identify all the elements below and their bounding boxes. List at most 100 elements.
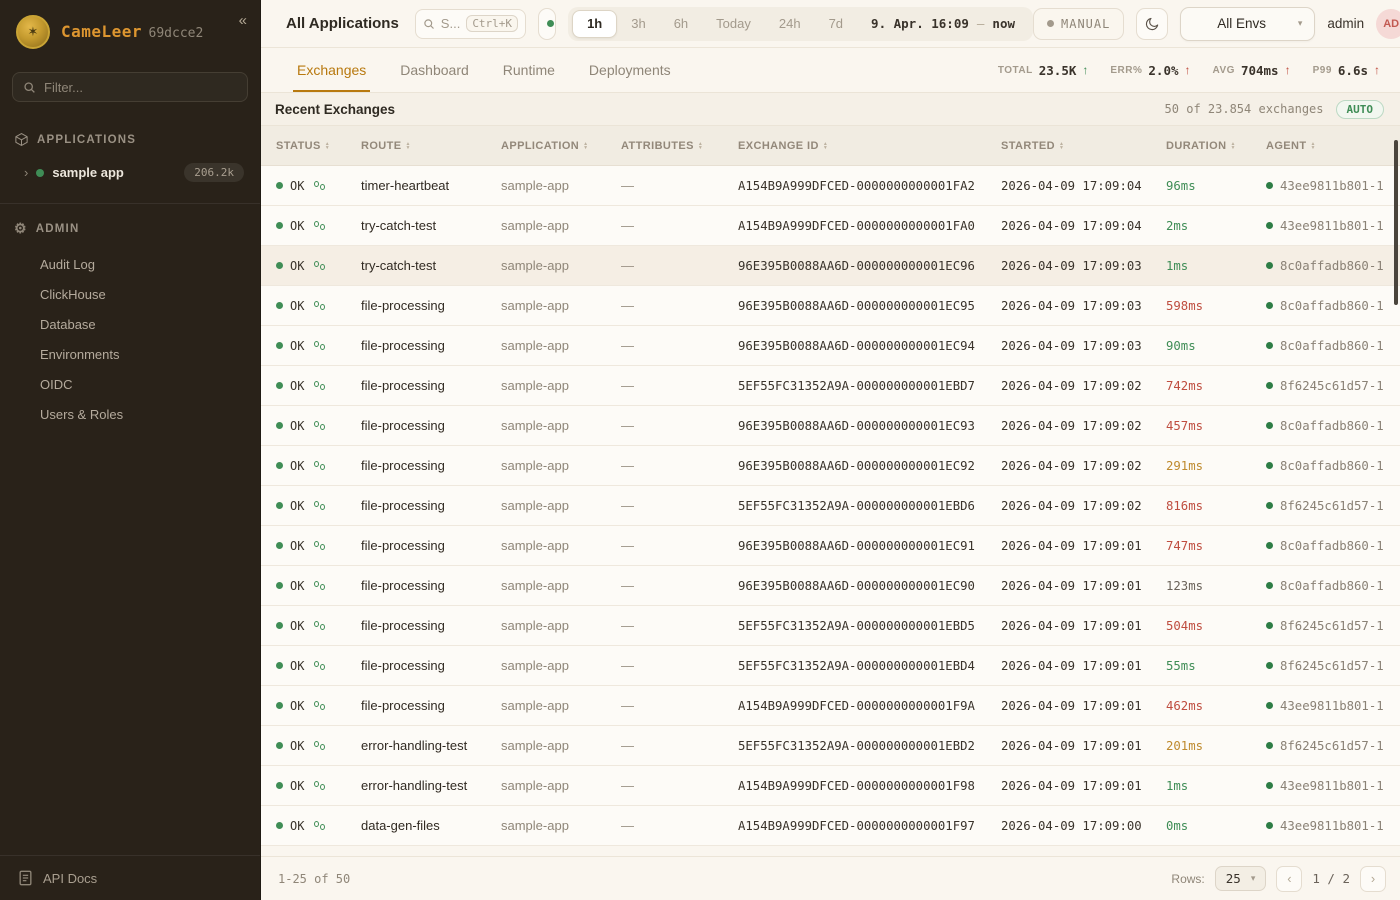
table-row[interactable]: OK error-handling-test sample-app — A154… [261,766,1400,806]
status-label: OK [290,659,304,673]
column-header-exchange-id[interactable]: EXCHANGE ID▲▼ [738,140,1001,152]
sidebar-collapse-icon[interactable]: « [239,12,247,29]
table-row[interactable]: OK file-processing sample-app — 96E395B0… [261,406,1400,446]
application-cell: sample-app [501,658,621,673]
sidebar-item-audit-log[interactable]: Audit Log [40,249,246,279]
exchange-id-cell: 5EF55FC31352A9A-000000000001EBD4 [738,659,1001,673]
duration-cell: 747ms [1166,539,1266,553]
custom-date-range[interactable]: 9. Apr. 16:09 — now [857,16,1029,31]
time-range-3h[interactable]: 3h [617,10,659,38]
sidebar-item-clickhouse[interactable]: ClickHouse [40,279,246,309]
exchange-id-cell: 5EF55FC31352A9A-000000000001EBD5 [738,619,1001,633]
rows-per-page-select[interactable]: 25 ▾ [1215,866,1267,891]
attributes-cell: — [621,738,738,753]
tab-dashboard[interactable]: Dashboard [400,48,469,92]
column-header-route[interactable]: ROUTE▲▼ [361,140,501,152]
global-search-input[interactable]: S... Ctrl+K [415,9,526,39]
column-header-status[interactable]: STATUS▲▼ [276,140,361,152]
duration-cell: 1ms [1166,779,1266,793]
sidebar-filter-input[interactable]: Filter... [12,72,248,102]
duration-cell: 55ms [1166,659,1266,673]
agent-id: 8c0affadb860-1 [1280,339,1384,353]
sidebar-item-environments[interactable]: Environments [40,339,246,369]
avatar[interactable]: AD [1376,9,1400,39]
dark-mode-toggle[interactable] [1136,8,1168,40]
table-row[interactable]: OK file-processing sample-app — 96E395B0… [261,286,1400,326]
duration-cell: 291ms [1166,459,1266,473]
time-range-24h[interactable]: 24h [765,10,815,38]
table-row[interactable]: OK file-processing sample-app — 96E395B0… [261,526,1400,566]
table-row[interactable]: OK file-processing sample-app — 96E395B0… [261,446,1400,486]
status-cell: OK [276,379,361,393]
sidebar-item-users-roles[interactable]: Users & Roles [40,399,246,429]
sidebar-item-sample-app[interactable]: › sample app 206.2k [14,160,246,185]
prev-page-button[interactable]: ‹ [1276,866,1302,892]
table-row[interactable]: OK timer-heartbeat sample-app — A154B9A9… [261,166,1400,206]
retry-bubbles-icon [314,341,325,350]
table-row[interactable]: OK try-catch-test sample-app — A154B9A99… [261,206,1400,246]
time-range-7d[interactable]: 7d [815,10,857,38]
agent-status-dot [1266,742,1273,749]
time-range-1h[interactable]: 1h [572,10,617,38]
tab-exchanges[interactable]: Exchanges [297,48,366,92]
agent-id: 8f6245c61d57-1 [1280,659,1384,673]
table-row[interactable]: OK try-catch-test sample-app — 96E395B00… [261,246,1400,286]
attributes-cell: — [621,418,738,433]
attributes-cell: — [621,258,738,273]
column-header-attributes[interactable]: ATTRIBUTES▲▼ [621,140,738,152]
route-cell: error-handling-test [361,778,501,793]
table-footer: 1-25 of 50 Rows: 25 ▾ ‹ 1 / 2 › [261,856,1400,900]
started-cell: 2026-04-09 17:09:01 [1001,699,1166,713]
retry-bubbles-icon [314,461,325,470]
table-row[interactable]: OK file-processing sample-app — A154B9A9… [261,686,1400,726]
table-row[interactable]: OK file-processing sample-app — 5EF55FC3… [261,486,1400,526]
table-row[interactable]: OK data-gen-files sample-app — A154B9A99… [261,806,1400,846]
agent-id: 43ee9811b801-1 [1280,219,1384,233]
column-header-agent[interactable]: AGENT▲▼ [1266,140,1400,152]
exchange-id-cell: A154B9A999DFCED-0000000000001F9A [738,699,1001,713]
agent-cell: 43ee9811b801-1 [1266,699,1400,713]
env-select[interactable]: All Envs ▾ [1180,7,1315,41]
auto-refresh-badge[interactable]: AUTO [1336,100,1385,119]
table-body: OK timer-heartbeat sample-app — A154B9A9… [261,166,1400,846]
status-cell: OK [276,699,361,713]
table-row[interactable]: OK file-processing sample-app — 96E395B0… [261,326,1400,366]
column-header-duration[interactable]: DURATION▲▼ [1166,140,1266,152]
time-range-today[interactable]: Today [702,10,765,38]
status-cell: OK [276,579,361,593]
api-docs-link[interactable]: API Docs [0,856,260,900]
tab-deployments[interactable]: Deployments [589,48,671,92]
table-row[interactable]: OK file-processing sample-app — 96E395B0… [261,566,1400,606]
table-scrollbar[interactable] [1394,140,1398,305]
column-header-started[interactable]: STARTED▲▼ [1001,140,1166,152]
status-ok-dot [276,382,283,389]
sidebar-item-oidc[interactable]: OIDC [40,369,246,399]
manual-refresh-button[interactable]: MANUAL [1033,8,1124,40]
table-row[interactable]: OK file-processing sample-app — 5EF55FC3… [261,366,1400,406]
application-cell: sample-app [501,458,621,473]
next-page-button[interactable]: › [1360,866,1386,892]
expand-chevron-icon[interactable]: › [24,165,28,180]
status-cell: OK [276,739,361,753]
exchange-id-cell: 96E395B0088AA6D-000000000001EC94 [738,339,1001,353]
agent-id: 8c0affadb860-1 [1280,539,1384,553]
retry-bubbles-icon [314,781,325,790]
sidebar-item-database[interactable]: Database [40,309,246,339]
online-status-button[interactable]: O [538,8,556,40]
agent-status-dot [1266,422,1273,429]
route-cell: file-processing [361,658,501,673]
table-row[interactable]: OK file-processing sample-app — 5EF55FC3… [261,606,1400,646]
table-row[interactable]: OK file-processing sample-app — 5EF55FC3… [261,646,1400,686]
api-docs-label: API Docs [43,871,97,886]
agent-id: 43ee9811b801-1 [1280,179,1384,193]
time-range-6h[interactable]: 6h [660,10,702,38]
tab-runtime[interactable]: Runtime [503,48,555,92]
retry-bubbles-icon [314,581,325,590]
agent-status-dot [1266,342,1273,349]
retry-bubbles-icon [314,541,325,550]
status-cell: OK [276,419,361,433]
column-header-application[interactable]: APPLICATION▲▼ [501,140,621,152]
exchange-id-cell: 96E395B0088AA6D-000000000001EC93 [738,419,1001,433]
table-row[interactable]: OK error-handling-test sample-app — 5EF5… [261,726,1400,766]
agent-cell: 8c0affadb860-1 [1266,299,1400,313]
